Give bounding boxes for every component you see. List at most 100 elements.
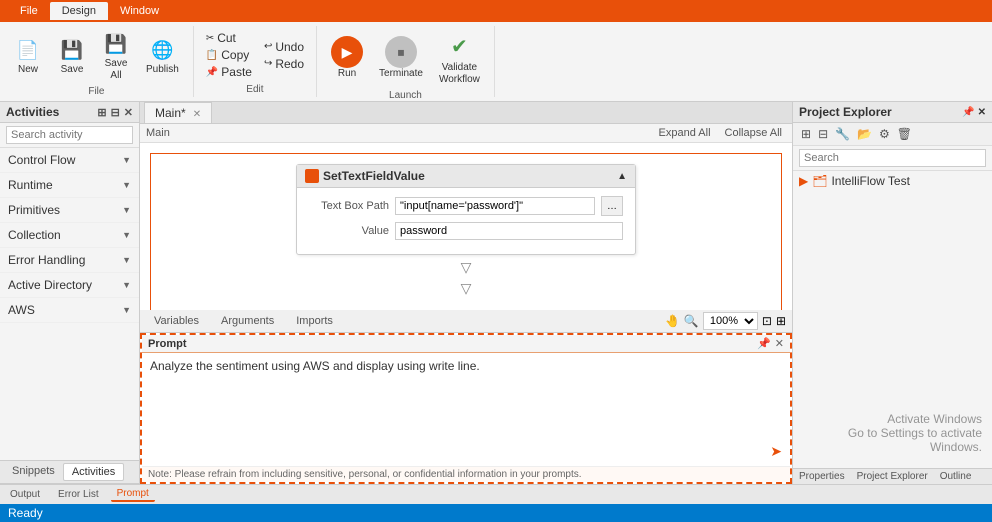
outline-tab[interactable]: Outline <box>934 469 978 484</box>
project-explorer-tab[interactable]: Project Explorer <box>851 469 934 484</box>
validate-label: ValidateWorkflow <box>439 62 480 86</box>
activate-windows-overlay: Activate Windows Go to Settings to activ… <box>793 412 982 454</box>
fit-icon[interactable]: ⊡ <box>762 314 772 328</box>
prompt-title: Prompt <box>148 338 187 350</box>
prompt-note: Note: Please refrain from including sens… <box>142 466 790 482</box>
card-collapse-icon[interactable]: ▲ <box>617 171 627 182</box>
right-panel: Project Explorer 📌 ✕ ⊞ ⊟ 🔧 📂 ⚙ 🗑 ▶ 🗂 Int… <box>792 102 992 484</box>
activities-tab[interactable]: Activities <box>63 463 124 481</box>
snippets-tab[interactable]: Snippets <box>4 463 63 481</box>
title-tab-design[interactable]: Design <box>50 2 108 20</box>
rp-expand-icon[interactable]: ⊞ <box>799 126 813 142</box>
save-icon: 💾 <box>58 36 86 64</box>
save-button[interactable]: 💾 Save <box>52 34 92 78</box>
text-box-path-row: Text Box Path … <box>309 196 623 216</box>
expand-all-button[interactable]: Expand All <box>655 126 715 140</box>
zoom-select[interactable]: 100% 75% 150% <box>703 312 758 330</box>
nav-item-primitives[interactable]: Primitives ▼ <box>0 198 139 223</box>
right-panel-bottom-tabs: Properties Project Explorer Outline <box>793 468 992 484</box>
edit-small-buttons: ✂Cut 📋Copy 📌Paste <box>202 30 256 80</box>
canvas-border: SetTextFieldValue ▲ Text Box Path … Valu… <box>150 153 782 310</box>
imports-tab[interactable]: Imports <box>288 313 341 329</box>
panel-expand-icon[interactable]: ⊞ <box>97 106 106 119</box>
error-list-tab[interactable]: Error List <box>52 488 105 501</box>
search-right-input[interactable] <box>799 149 986 167</box>
rp-collapse-icon[interactable]: ⊟ <box>816 126 830 142</box>
nav-item-runtime[interactable]: Runtime ▼ <box>0 173 139 198</box>
value-input[interactable] <box>395 222 623 240</box>
title-tab-file[interactable]: File <box>8 2 50 20</box>
undo-button[interactable]: ↩Undo <box>260 39 308 55</box>
search-right <box>793 146 992 171</box>
ribbon-group-edit-content: ✂Cut 📋Copy 📌Paste ↩Undo ↪Redo <box>202 28 308 82</box>
right-panel-toolbar: ⊞ ⊟ 🔧 📂 ⚙ 🗑 <box>793 123 992 146</box>
grid-icon[interactable]: ⊞ <box>776 314 786 328</box>
output-tab[interactable]: Output <box>4 488 46 501</box>
title-tab-window[interactable]: Window <box>108 2 171 20</box>
new-button[interactable]: 📄 New <box>8 34 48 78</box>
tree-item-intelliflow[interactable]: ▶ 🗂 IntelliFlow Test <box>793 171 992 191</box>
validate-button[interactable]: ✔ ValidateWorkflow <box>433 28 486 88</box>
prompt-bottom-tab[interactable]: Prompt <box>111 487 155 502</box>
card-icon <box>305 169 319 183</box>
nav-items: Control Flow ▼ Runtime ▼ Primitives ▼ Co… <box>0 148 139 460</box>
left-panel: Activities ⊞ ⊟ ✕ Control Flow ▼ Runtime … <box>0 102 140 484</box>
down-arrow-1: ▽ <box>161 259 771 276</box>
main-tab[interactable]: Main* ✕ <box>144 102 212 123</box>
arrow-icon: ▼ <box>122 230 131 240</box>
publish-button[interactable]: 🌐 Publish <box>140 34 185 78</box>
value-label: Value <box>309 225 389 237</box>
nav-item-error-handling[interactable]: Error Handling ▼ <box>0 248 139 273</box>
text-box-path-label: Text Box Path <box>309 200 389 212</box>
rp-refresh-icon[interactable]: 🔧 <box>833 126 852 142</box>
tree-expand-icon: ▶ <box>799 174 808 188</box>
center-area: Main* ✕ Main Expand All Collapse All Set… <box>140 102 792 484</box>
main-layout: Activities ⊞ ⊟ ✕ Control Flow ▼ Runtime … <box>0 102 992 484</box>
variables-tab[interactable]: Variables <box>146 313 207 329</box>
search-activity-input[interactable] <box>6 126 133 144</box>
nav-item-aws[interactable]: AWS ▼ <box>0 298 139 323</box>
activity-title: SetTextFieldValue <box>323 169 425 183</box>
down-arrow-2: ▽ <box>161 280 771 297</box>
save-all-icon: 💾 <box>102 30 130 58</box>
copy-button[interactable]: 📋Copy <box>202 47 256 63</box>
properties-tab[interactable]: Properties <box>793 469 851 484</box>
activity-card-body: Text Box Path … Value <box>297 188 635 254</box>
activity-card: SetTextFieldValue ▲ Text Box Path … Valu… <box>296 164 636 255</box>
new-icon: 📄 <box>14 36 42 64</box>
rp-pin-icon[interactable]: 📌 <box>962 107 974 118</box>
rp-close-icon[interactable]: ✕ <box>978 107 986 118</box>
panel-collapse-icon[interactable]: ⊟ <box>111 106 120 119</box>
hand-icon[interactable]: 🤚 <box>665 314 680 328</box>
paste-button[interactable]: 📌Paste <box>202 64 256 80</box>
terminate-label: Terminate <box>379 68 423 80</box>
arguments-tab[interactable]: Arguments <box>213 313 282 329</box>
title-bar: File Design Window <box>0 0 992 22</box>
run-button[interactable]: ▶ Run <box>325 34 369 82</box>
text-box-path-button[interactable]: … <box>601 196 623 216</box>
text-box-path-input[interactable] <box>395 197 595 215</box>
close-tab-icon[interactable]: ✕ <box>193 109 201 120</box>
save-all-button[interactable]: 💾 SaveAll <box>96 28 136 84</box>
terminate-button[interactable]: ⏹ Terminate <box>373 34 429 82</box>
collapse-all-button[interactable]: Collapse All <box>721 126 786 140</box>
panel-close-icon[interactable]: ✕ <box>124 106 133 119</box>
undoredo-buttons: ↩Undo ↪Redo <box>260 39 308 72</box>
cut-button[interactable]: ✂Cut <box>202 30 256 46</box>
arrow-icon: ▼ <box>122 305 131 315</box>
prompt-close-icon[interactable]: ✕ <box>775 337 784 350</box>
prompt-send-button[interactable]: ➤ <box>770 443 782 460</box>
launch-group-label: Launch <box>389 90 422 101</box>
rp-settings-icon[interactable]: ⚙ <box>877 126 892 142</box>
nav-item-collection[interactable]: Collection ▼ <box>0 223 139 248</box>
redo-button[interactable]: ↪Redo <box>260 56 308 72</box>
nav-item-active-directory[interactable]: Active Directory ▼ <box>0 273 139 298</box>
prompt-pin-icon[interactable]: 📌 <box>757 337 771 350</box>
magnify-icon[interactable]: 🔍 <box>684 314 699 328</box>
activities-panel-header: Activities ⊞ ⊟ ✕ <box>0 102 139 123</box>
arrow-icon: ▼ <box>122 255 131 265</box>
rp-open-icon[interactable]: 📂 <box>855 126 874 142</box>
right-panel-header: Project Explorer 📌 ✕ <box>793 102 992 123</box>
rp-delete-icon[interactable]: 🗑 <box>895 126 914 142</box>
nav-item-control-flow[interactable]: Control Flow ▼ <box>0 148 139 173</box>
